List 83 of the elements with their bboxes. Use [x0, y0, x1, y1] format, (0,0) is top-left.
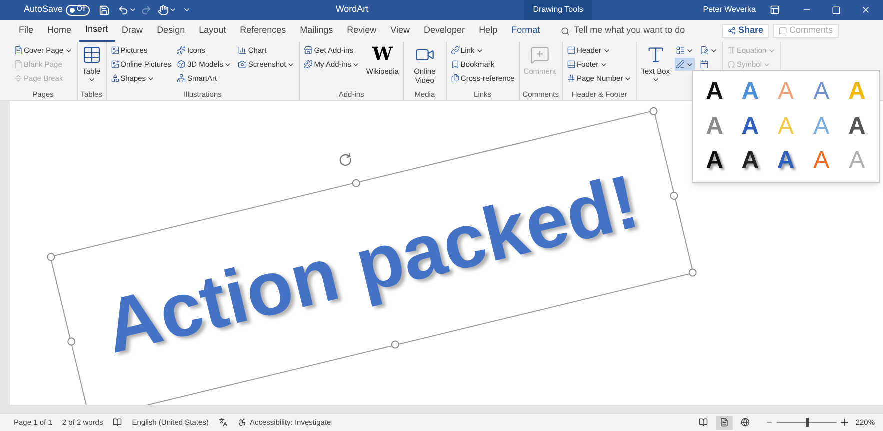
link-icon	[450, 46, 460, 55]
wordart-style[interactable]: A	[768, 144, 804, 178]
rotate-handle-icon[interactable]	[337, 152, 354, 169]
search-icon	[561, 26, 570, 36]
share-icon	[728, 27, 736, 35]
omega-icon	[727, 60, 736, 69]
ribbon-button[interactable]	[699, 44, 719, 57]
ribbon-tab[interactable]: View	[384, 20, 418, 42]
maximize-icon[interactable]	[832, 6, 841, 14]
wordart-style[interactable]: A	[732, 144, 768, 178]
resize-handle[interactable]	[46, 252, 56, 262]
caret-icon	[169, 6, 178, 14]
picture-icon	[110, 46, 120, 55]
comment-icon	[779, 27, 788, 35]
table-icon	[82, 45, 102, 65]
sparkle-icon	[177, 46, 186, 55]
context-header: Drawing Tools	[524, 0, 592, 20]
pi-icon	[727, 46, 736, 55]
footer-icon	[566, 60, 576, 69]
wordart-style[interactable]: A	[697, 75, 733, 110]
touch-mode-icon[interactable]	[158, 4, 170, 16]
share-button[interactable]: Share	[722, 24, 770, 38]
chart-icon	[238, 46, 248, 55]
user-name: Peter Weverka	[703, 4, 756, 16]
zoom-thumb[interactable]	[806, 418, 809, 427]
search-field[interactable]: Tell me what you want to do	[561, 24, 694, 38]
ribbon-tab[interactable]: File	[12, 20, 41, 42]
read-mode-icon	[698, 418, 708, 427]
web-layout-icon	[740, 418, 750, 427]
comment-icon	[530, 45, 550, 65]
list-icon	[676, 46, 685, 55]
page-break-icon	[14, 74, 23, 83]
zoom-in-icon[interactable]	[840, 419, 848, 426]
window-title: WordArt	[334, 3, 370, 16]
blank-page-icon	[14, 60, 23, 69]
print-layout-icon	[720, 418, 729, 427]
autosave-label: AutoSave	[24, 3, 64, 16]
ribbon-tab[interactable]: Developer	[417, 20, 472, 42]
wordart-style[interactable]: A	[839, 109, 875, 144]
ribbon-tab[interactable]: Layout	[192, 20, 234, 42]
resize-handle[interactable]	[688, 268, 698, 278]
view-button[interactable]	[716, 416, 733, 430]
undo-icon[interactable]	[118, 4, 130, 16]
store-icon	[304, 46, 314, 55]
ribbon-tab[interactable]: References	[233, 20, 294, 42]
caret-icon	[88, 76, 96, 84]
ribbon-display-icon[interactable]	[770, 5, 780, 15]
calendar-icon	[700, 60, 709, 69]
ribbon-tab[interactable]: Design	[150, 20, 192, 42]
close-icon[interactable]	[861, 5, 871, 15]
hash-icon	[566, 74, 576, 83]
resize-handle[interactable]	[390, 340, 400, 350]
cube-icon	[177, 60, 186, 69]
puzzle-icon	[304, 60, 314, 69]
caret-icon	[652, 76, 660, 84]
header-icon	[566, 46, 576, 55]
documents-icon	[450, 74, 460, 83]
signature-icon	[700, 46, 709, 55]
online-picture-icon	[110, 60, 120, 69]
bookmark-icon	[450, 60, 460, 69]
ribbon-tab[interactable]: Home	[40, 20, 79, 42]
save-icon[interactable]	[99, 4, 110, 16]
caret-icon	[129, 6, 138, 14]
resize-handle[interactable]	[66, 336, 76, 347]
wordart-style[interactable]: A	[697, 144, 733, 178]
ribbon-tab[interactable]: Draw	[115, 20, 150, 42]
accessibility-icon	[238, 418, 247, 427]
ribbon-tab[interactable]: Mailings	[293, 20, 340, 42]
diagram-icon	[177, 74, 186, 83]
shapes-icon	[110, 74, 120, 83]
pen-icon	[676, 60, 685, 69]
ribbon-button[interactable]	[675, 58, 695, 71]
wordart-style[interactable]: A	[732, 109, 768, 144]
logo: W	[372, 44, 393, 66]
document-icon	[14, 46, 23, 55]
customize-icon[interactable]	[183, 6, 192, 14]
resize-handle[interactable]	[648, 106, 659, 116]
ribbon-tab[interactable]: Help	[472, 20, 505, 42]
ribbon-tab[interactable]: Format	[504, 20, 548, 42]
resize-handle[interactable]	[669, 191, 680, 201]
ribbon-tab[interactable]: Review	[340, 20, 384, 42]
camera-icon	[238, 60, 248, 69]
ribbon-button[interactable]	[675, 44, 695, 57]
